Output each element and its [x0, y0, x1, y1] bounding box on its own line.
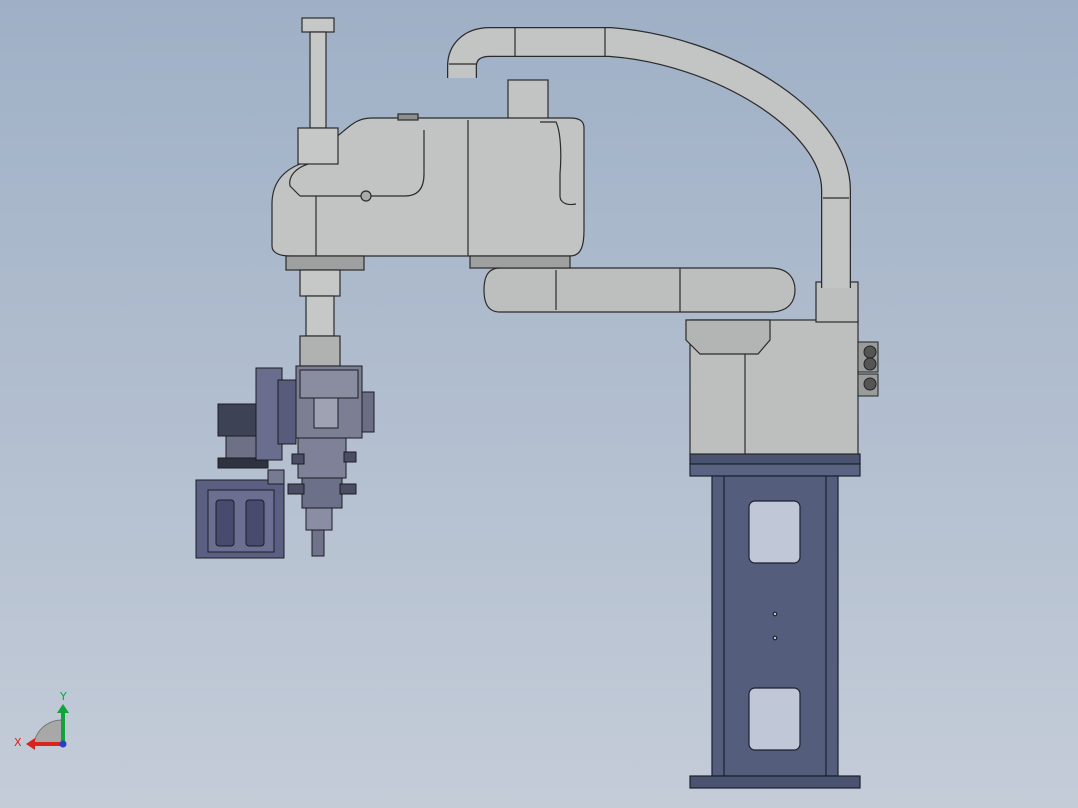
- triad-y-label: Y: [59, 690, 67, 703]
- model-canvas[interactable]: Y X: [0, 0, 1078, 808]
- graphics-viewport[interactable]: Y X: [0, 0, 1078, 808]
- triad-x-label: X: [14, 736, 22, 749]
- lower-arm-link[interactable]: [483, 267, 796, 313]
- triad-z-axis: [59, 740, 67, 748]
- cable-connectors[interactable]: [857, 341, 879, 397]
- pedestal-base[interactable]: [689, 453, 861, 789]
